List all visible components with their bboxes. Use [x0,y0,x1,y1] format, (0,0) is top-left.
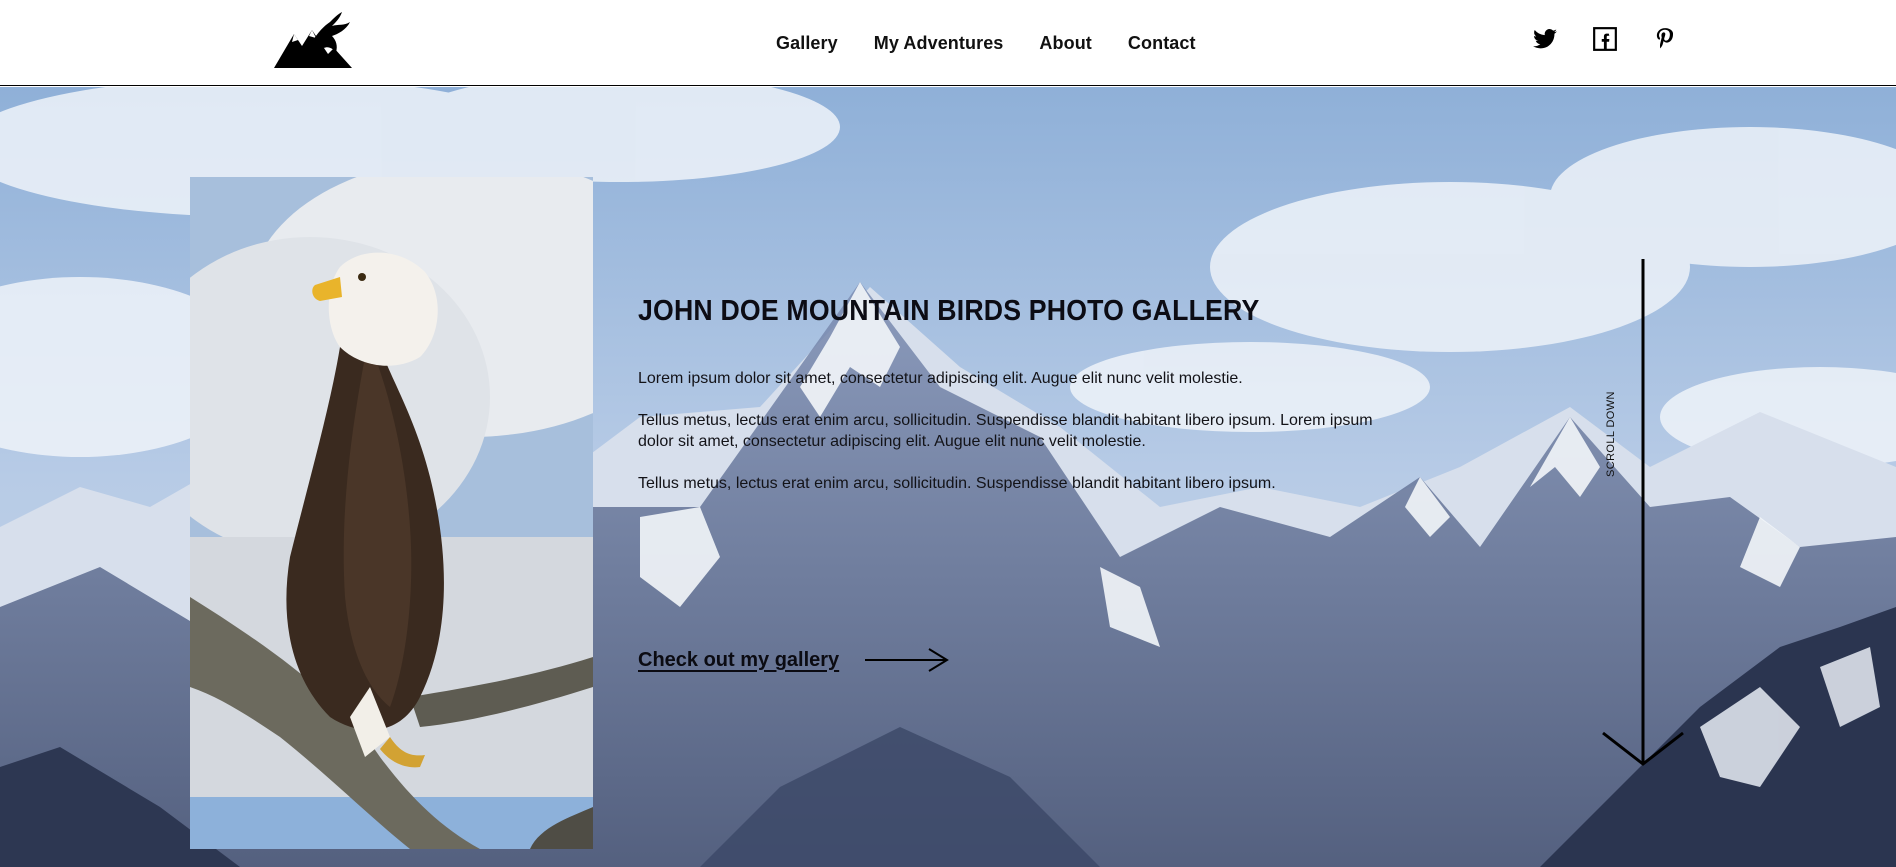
social-links [1532,26,1678,52]
hero-paragraph: Lorem ipsum dolor sit amet, consectetur … [638,370,1243,387]
nav-about[interactable]: About [1039,33,1091,54]
hero-paragraph: Tellus metus, lectus erat enim arcu, sol… [638,412,1373,450]
hero-content: JOHN DOE MOUNTAIN BIRDS PHOTO GALLERY Lo… [638,295,1398,515]
hero-paragraph: Tellus metus, lectus erat enim arcu, sol… [638,475,1276,492]
gallery-cta: Check out my gallery [638,647,951,673]
arrow-right-icon[interactable] [865,647,951,673]
twitter-icon[interactable] [1532,26,1558,52]
main-nav: Gallery My Adventures About Contact [776,0,1196,86]
page-title: JOHN DOE MOUNTAIN BIRDS PHOTO GALLERY [638,295,1260,327]
site-header: Gallery My Adventures About Contact [0,0,1896,86]
pinterest-icon[interactable] [1652,26,1678,52]
nav-contact[interactable]: Contact [1128,33,1196,54]
hero-section: JOHN DOE MOUNTAIN BIRDS PHOTO GALLERY Lo… [0,87,1896,867]
scroll-down-label: SCROLL DOWN [1605,391,1617,477]
facebook-icon[interactable] [1592,26,1618,52]
nav-my-adventures[interactable]: My Adventures [874,33,1004,54]
nav-gallery[interactable]: Gallery [776,33,838,54]
gallery-link[interactable]: Check out my gallery [638,649,839,672]
scroll-down-arrow-icon[interactable] [1600,259,1690,769]
mountain-eagle-logo-icon[interactable] [272,12,356,70]
eagle-photo [190,177,593,849]
